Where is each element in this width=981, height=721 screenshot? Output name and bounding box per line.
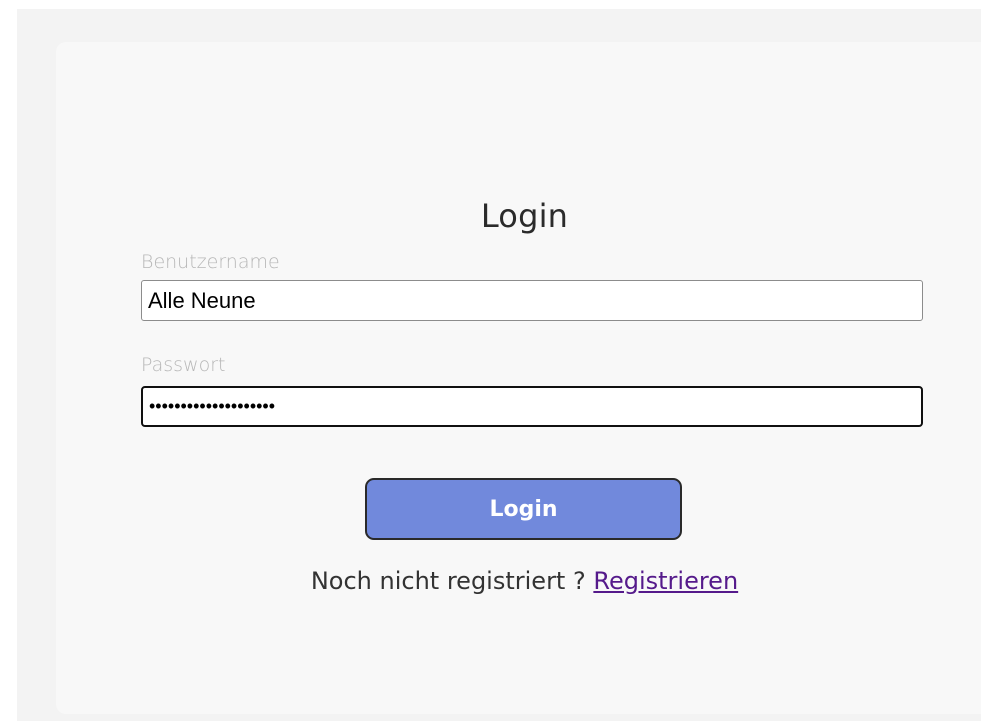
- password-field[interactable]: [141, 386, 923, 427]
- username-label: Benutzername: [141, 251, 280, 273]
- register-prompt-text: Noch nicht registriert ?: [310, 567, 586, 595]
- password-label: Passwort: [141, 354, 226, 376]
- register-prompt-line: Noch nicht registriert ? Registrieren: [56, 567, 981, 595]
- page-title: Login: [480, 197, 569, 235]
- page-background: Login Benutzername Passwort Login Noch n…: [17, 9, 981, 721]
- username-field[interactable]: [141, 280, 923, 321]
- login-card: Login Benutzername Passwort Login Noch n…: [56, 42, 981, 714]
- login-button[interactable]: Login: [365, 478, 682, 540]
- register-link[interactable]: Registrieren: [593, 567, 738, 595]
